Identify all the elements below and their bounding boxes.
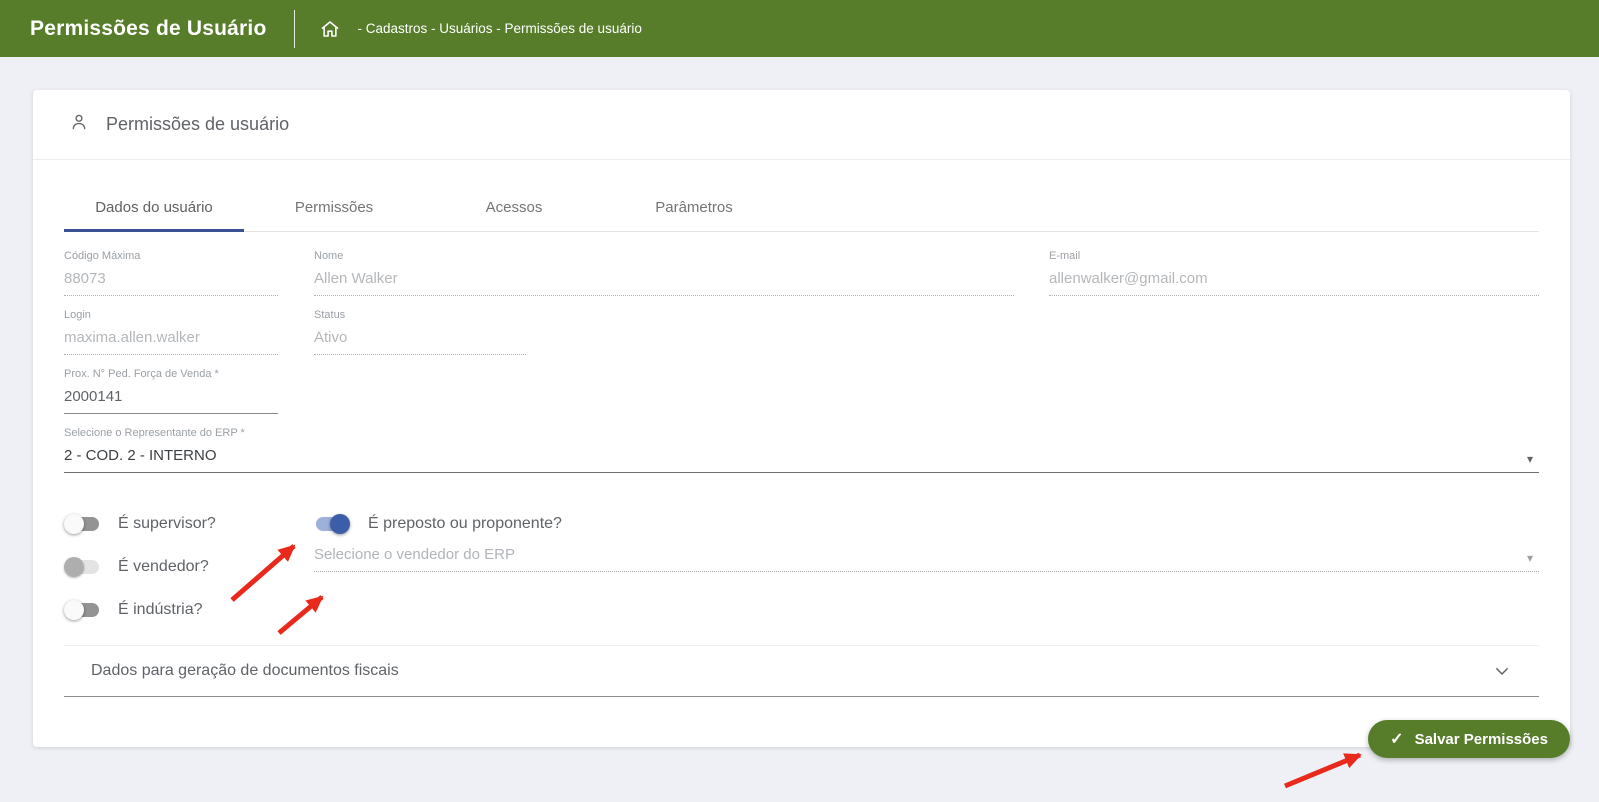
vendedor-toggle-label: É vendedor? (118, 558, 209, 576)
annotation-arrow-save-button (1285, 755, 1360, 786)
app-header: Permissões de Usuário - Cadastros - Usuá… (0, 0, 1599, 57)
tab-dados-do-usuario[interactable]: Dados do usuário (64, 184, 244, 231)
card-title: Permissões de usuário (106, 114, 289, 135)
form-row: Login maxima.allen.walker Status Ativo (64, 309, 1539, 368)
switch-thumb (64, 600, 84, 620)
vendedor-switch (64, 557, 101, 577)
toggle-row: É vendedor? Selecione o vendedor do ERP … (64, 545, 1539, 588)
email-field: E-mail allenwalker@gmail.com (1049, 250, 1539, 296)
supervisor-toggle-label: É supervisor? (118, 515, 216, 533)
tab-acessos[interactable]: Acessos (424, 184, 604, 231)
page-title: Permissões de Usuário (30, 17, 266, 41)
industria-toggle-label: É indústria? (118, 601, 203, 619)
representante-erp-label: Selecione o Representante do ERP * (64, 427, 1539, 440)
prox-num-pedido-label: Prox. N° Ped. Força de Venda * (64, 368, 278, 381)
switch-thumb (64, 557, 84, 577)
fiscal-documents-panel[interactable]: Dados para geração de documentos fiscais (64, 645, 1539, 697)
toggle-row: É indústria? (64, 588, 1539, 631)
vendedor-toggle: É vendedor? (64, 545, 209, 588)
tab-permissoes[interactable]: Permissões (244, 184, 424, 231)
form-row: Prox. N° Ped. Força de Venda * 2000141 (64, 368, 1539, 427)
vendedor-erp-placeholder: Selecione o vendedor do ERP (314, 546, 1539, 572)
representante-erp-select[interactable]: Selecione o Representante do ERP * 2 - C… (64, 427, 1539, 473)
header-divider (294, 10, 295, 48)
form-row: Selecione o Representante do ERP * 2 - C… (64, 427, 1539, 486)
page: Permissões de Usuário - Cadastros - Usuá… (0, 0, 1599, 802)
status-value: Ativo (314, 329, 526, 355)
codigo-maxima-field: Código Máxima 88073 (64, 250, 278, 296)
supervisor-switch[interactable] (64, 514, 101, 534)
save-permissions-button[interactable]: ✓ Salvar Permissões (1368, 720, 1570, 758)
supervisor-toggle[interactable]: É supervisor? (64, 502, 216, 545)
nome-label: Nome (314, 250, 1014, 263)
prox-num-pedido-field[interactable]: Prox. N° Ped. Força de Venda * 2000141 (64, 368, 278, 414)
user-data-form: Código Máxima 88073 Nome Allen Walker E-… (33, 232, 1570, 697)
tab-parametros[interactable]: Parâmetros (604, 184, 784, 231)
toggle-section: É supervisor? É preposto ou proponente? (64, 502, 1539, 631)
tab-bar: Dados do usuário Permissões Acessos Parâ… (64, 184, 1539, 232)
vendedor-erp-select: Selecione o vendedor do ERP ▾ (314, 546, 1539, 572)
industria-switch[interactable] (64, 600, 101, 620)
login-value: maxima.allen.walker (64, 329, 278, 355)
save-button-label: Salvar Permissões (1415, 731, 1548, 748)
switch-thumb (64, 514, 84, 534)
home-icon[interactable] (319, 18, 341, 40)
email-value: allenwalker@gmail.com (1049, 270, 1539, 296)
nome-value: Allen Walker (314, 270, 1014, 296)
industria-toggle[interactable]: É indústria? (64, 588, 203, 631)
status-label: Status (314, 309, 526, 322)
status-field: Status Ativo (314, 309, 526, 355)
check-icon: ✓ (1390, 729, 1403, 749)
form-row: Código Máxima 88073 Nome Allen Walker E-… (64, 250, 1539, 309)
login-label: Login (64, 309, 278, 322)
login-field: Login maxima.allen.walker (64, 309, 278, 355)
preposto-toggle[interactable]: É preposto ou proponente? (314, 502, 562, 545)
preposto-toggle-label: É preposto ou proponente? (368, 515, 562, 533)
email-label: E-mail (1049, 250, 1539, 263)
codigo-maxima-value: 88073 (64, 270, 278, 296)
breadcrumb: - Cadastros - Usuários - Permissões de u… (357, 21, 641, 36)
user-icon (69, 112, 89, 137)
preposto-switch[interactable] (314, 514, 351, 534)
codigo-maxima-label: Código Máxima (64, 250, 278, 263)
permissions-card: Permissões de usuário Dados do usuário P… (33, 90, 1570, 747)
fiscal-documents-panel-title: Dados para geração de documentos fiscais (91, 662, 399, 680)
prox-num-pedido-value: 2000141 (64, 388, 278, 414)
chevron-down-icon (1493, 662, 1511, 680)
switch-thumb (330, 514, 350, 534)
representante-erp-value: 2 - COD. 2 - INTERNO (64, 447, 1539, 473)
nome-field: Nome Allen Walker (314, 250, 1014, 296)
card-header: Permissões de usuário (33, 90, 1570, 160)
toggle-row: É supervisor? É preposto ou proponente? (64, 502, 1539, 545)
